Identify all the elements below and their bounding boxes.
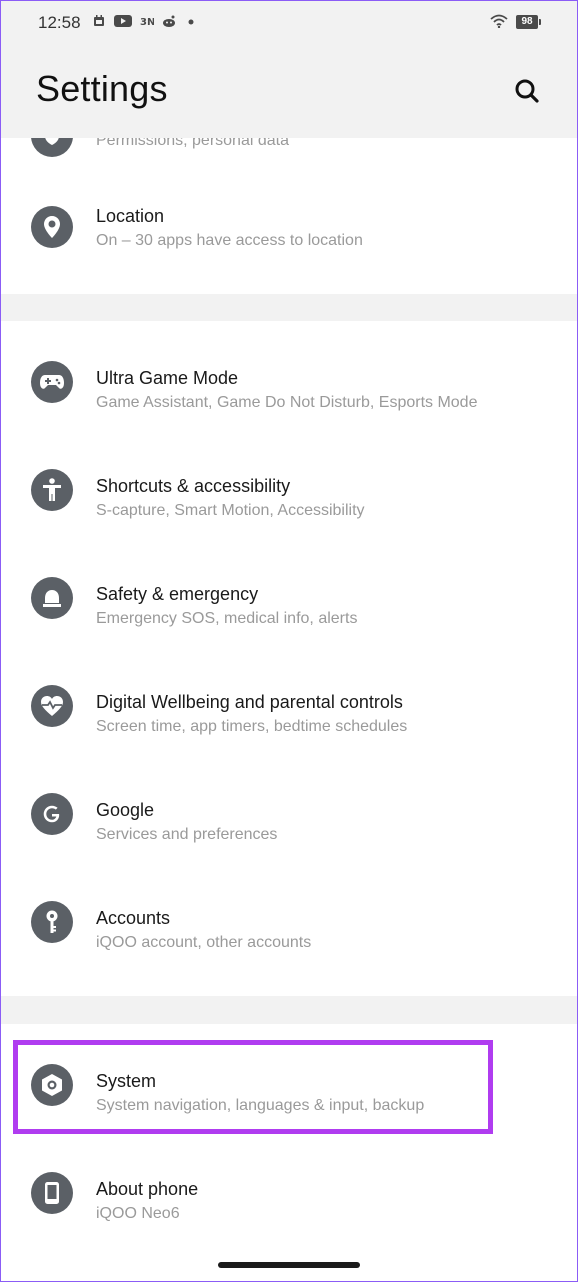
dot-icon [187,14,195,30]
settings-item-title: Google [96,800,155,820]
youtube-icon [114,14,132,30]
key-icon [31,901,73,943]
status-time: 12:58 [38,13,81,32]
settings-item-title: About phone [96,1179,199,1199]
settings-item-title: Ultra Game Mode [96,368,239,388]
wifi-icon [490,14,508,30]
battery-indicator: 98 [516,15,541,29]
gesture-navigation-bar[interactable] [218,1262,360,1268]
settings-item-subtitle: Emergency SOS, medical info, alerts [96,610,358,627]
svg-text:3N: 3N [140,17,154,28]
settings-item-safety-emergency[interactable]: Safety & emergency Emergency SOS, medica… [0,565,578,665]
settings-item-subtitle: On – 30 apps have access to location [96,232,363,249]
settings-item-subtitle: System navigation, languages & input, ba… [96,1097,425,1114]
settings-item-title: System [96,1071,157,1091]
settings-item-subtitle: S-capture, Smart Motion, Accessibility [96,502,365,519]
settings-item-accounts[interactable]: Accounts iQOO account, other accounts [0,889,578,989]
google-icon [31,793,73,835]
settings-item-google[interactable]: Google Services and preferences [0,781,578,881]
privacy-icon [31,138,73,157]
calendar-icon [93,14,105,30]
settings-item-ultra-game-mode[interactable]: Ultra Game Mode Game Assistant, Game Do … [0,349,578,449]
news-icon: 3N [140,14,155,30]
settings-item-title: Safety & emergency [96,584,259,604]
settings-list[interactable]: Permissions, personal data Location On –… [0,138,578,1282]
settings-item-subtitle: Services and preferences [96,826,278,843]
settings-item-subtitle: Game Assistant, Game Do Not Disturb, Esp… [96,394,478,411]
card-features: Ultra Game Mode Game Assistant, Game Do … [0,321,578,996]
accessibility-icon [31,469,73,511]
settings-item-subtitle: iQOO Neo6 [96,1205,180,1222]
settings-item-privacy[interactable]: Permissions, personal data [0,138,578,186]
settings-item-title: Location [96,206,165,226]
card-privacy-location: Permissions, personal data Location On –… [0,138,578,294]
settings-item-title: Accounts [96,908,171,928]
settings-item-location[interactable]: Location On – 30 apps have access to loc… [0,194,578,294]
location-pin-icon [31,206,73,248]
settings-item-title: Digital Wellbeing and parental controls [96,692,403,712]
card-system: System System navigation, languages & in… [0,1024,578,1282]
app-header: Settings [0,46,578,138]
reddit-icon [161,14,177,30]
search-icon [515,79,539,103]
search-button[interactable] [510,74,544,108]
heart-pulse-icon [31,685,73,727]
settings-item-about-phone[interactable]: About phone iQOO Neo6 [0,1160,578,1260]
settings-item-shortcuts-accessibility[interactable]: Shortcuts & accessibility S-capture, Sma… [0,457,578,557]
status-bar: 12:58 3N 98 [0,0,578,46]
gear-hexagon-icon [31,1064,73,1106]
settings-item-title: Shortcuts & accessibility [96,476,291,496]
settings-item-subtitle: Permissions, personal data [96,138,289,149]
gamepad-icon [31,361,73,403]
emergency-light-icon [31,577,73,619]
settings-item-system[interactable]: System System navigation, languages & in… [0,1052,578,1152]
settings-item-digital-wellbeing[interactable]: Digital Wellbeing and parental controls … [0,673,578,773]
settings-item-subtitle: Screen time, app timers, bedtime schedul… [96,718,408,735]
settings-item-subtitle: iQOO account, other accounts [96,934,312,951]
phone-icon [31,1172,73,1214]
page-title: Settings [36,68,168,109]
